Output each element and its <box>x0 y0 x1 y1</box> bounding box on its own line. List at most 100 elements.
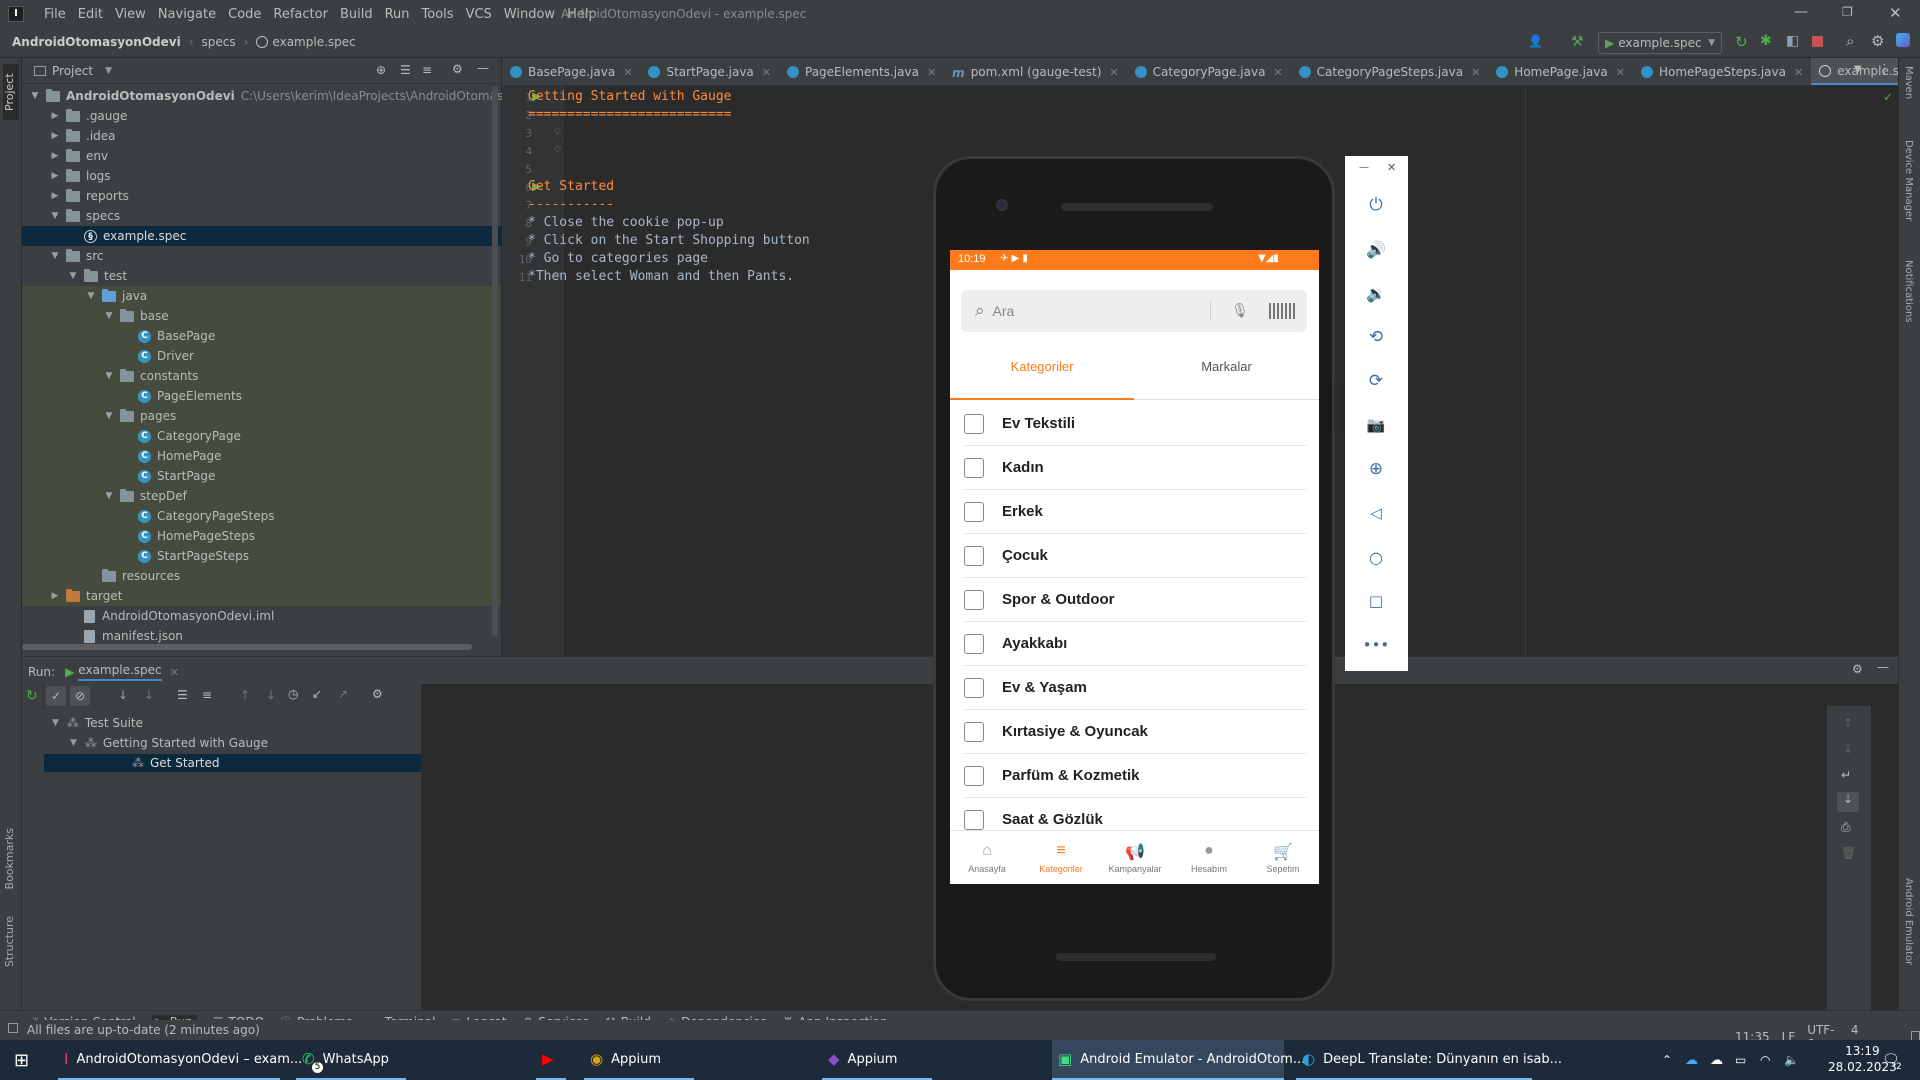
tree-item[interactable]: ▶ env <box>22 146 501 166</box>
bottom-nav-item[interactable]: 📢 Kampanyalar <box>1098 842 1172 874</box>
tree-item[interactable]: C BasePage <box>22 326 501 346</box>
sort-duration-icon[interactable]: ↓ <box>144 688 154 702</box>
category-item[interactable]: Ayakkabı <box>964 622 1306 666</box>
tree-item[interactable]: ▼ base <box>22 306 501 326</box>
more-options-icon[interactable]: ••• <box>1363 634 1390 656</box>
onedrive-icon[interactable]: ☁ <box>1685 1040 1698 1080</box>
menu-item[interactable]: Navigate <box>152 7 222 22</box>
tree-item[interactable]: ▼ stepDef <box>22 486 501 506</box>
options-gear-icon[interactable]: ⚙ <box>452 62 463 76</box>
rerun-icon[interactable]: ↻ <box>26 688 38 704</box>
screenshot-camera-icon[interactable]: 📷 <box>1365 414 1387 436</box>
code-line[interactable]: Getting Started with Gauge <box>528 89 732 104</box>
soft-wrap-icon[interactable]: ↵ <box>1841 768 1851 782</box>
editor-tab[interactable]: StartPage.java ✕ <box>640 58 779 85</box>
restore-icon[interactable]: ❐ <box>1842 5 1853 19</box>
show-ignored-icon[interactable]: ⊘ <box>70 686 90 706</box>
minimize-icon[interactable]: — <box>1794 4 1808 20</box>
close-tab-icon[interactable]: ✕ <box>1794 66 1803 79</box>
tree-item[interactable]: C PageElements <box>22 386 501 406</box>
tabs-overflow-icon[interactable]: ▼ <box>1854 64 1862 75</box>
code-line[interactable]: *Then select Woman and then Pants. <box>528 269 794 284</box>
taskbar-app[interactable]: ▶ <box>536 1040 566 1080</box>
category-item[interactable]: Kırtasiye & Oyuncak <box>964 710 1306 754</box>
tree-item[interactable]: ▼ specs <box>22 206 501 226</box>
close-tab-icon[interactable]: ✕ <box>1471 66 1480 79</box>
locate-icon[interactable]: ⊕ <box>376 63 386 77</box>
settings-gear-icon[interactable]: ⚙ <box>1871 32 1884 50</box>
search-bar[interactable]: ⌕ Ara 🎙 <box>961 290 1307 332</box>
print-icon[interactable]: ⎙ <box>1841 820 1851 835</box>
hide-run-panel-icon[interactable]: — <box>1877 660 1889 674</box>
editor-tab[interactable]: m pom.xml (gauge-test) ✕ <box>944 58 1126 85</box>
tree-item[interactable]: ▶ logs <box>22 166 501 186</box>
fold-marker-icon[interactable]: ◇ <box>554 126 561 136</box>
category-item[interactable]: Kadın <box>964 446 1306 490</box>
volume-button[interactable] <box>1334 380 1338 432</box>
project-panel-title[interactable]: Project <box>52 64 93 78</box>
android-emulator-tool-button[interactable]: Android Emulator <box>1903 878 1914 965</box>
category-item[interactable]: Parfüm & Kozmetik <box>964 754 1306 798</box>
test-suite-node[interactable]: ▼ ⁂ Test Suite <box>52 714 143 732</box>
expand-arrow-icon[interactable]: ▶ <box>50 171 60 181</box>
bottom-nav-item[interactable]: 🛒 Sepetim <box>1246 842 1320 874</box>
tree-item[interactable]: AndroidOtomasyonOdevi.iml <box>22 606 501 626</box>
jetbrains-toolbox-icon[interactable] <box>1896 33 1910 47</box>
rerun-icon[interactable]: ↻ <box>1735 33 1748 51</box>
clear-console-icon[interactable]: 🗑 <box>1841 846 1856 860</box>
code-line[interactable]: * Close the cookie pop-up <box>528 215 724 230</box>
taskbar-app[interactable]: ◉ Appium <box>584 1040 694 1080</box>
taskbar-app[interactable]: I AndroidOtomasyonOdevi – exam... <box>58 1040 302 1080</box>
tab-markalar[interactable]: Markalar <box>1134 346 1319 400</box>
bottom-nav-item[interactable]: ● Hesabım <box>1172 842 1246 874</box>
windows-start-icon[interactable]: ⊞ <box>14 1040 40 1080</box>
volume-up-icon[interactable]: 🔊 <box>1365 238 1387 260</box>
close-tab-icon[interactable]: ✕ <box>762 66 771 79</box>
structure-tool-button[interactable]: Structure <box>3 916 16 967</box>
status-toggle-icon[interactable] <box>8 1023 18 1033</box>
code-line[interactable]: * Go to categories page <box>528 251 708 266</box>
scroll-to-end-icon[interactable]: ⇣ <box>1837 792 1859 812</box>
expand-arrow-icon[interactable]: ▶ <box>50 111 60 121</box>
tree-item[interactable]: ▼ constants <box>22 366 501 386</box>
menu-item[interactable]: File <box>38 7 72 22</box>
import-tests-icon[interactable]: ↙ <box>312 687 322 701</box>
category-item[interactable]: Çocuk <box>964 534 1306 578</box>
bookmarks-tool-button[interactable]: Bookmarks <box>3 828 16 889</box>
menu-item[interactable]: Code <box>222 7 267 22</box>
notifications-tool-button[interactable]: Notifications <box>1903 260 1914 323</box>
tree-item[interactable]: C CategoryPage <box>22 426 501 446</box>
code-line[interactable]: ----------- <box>528 197 614 212</box>
menu-item[interactable]: VCS <box>460 7 498 22</box>
expand-arrow-icon[interactable]: ▼ <box>86 291 96 301</box>
tree-item[interactable]: ▼ src <box>22 246 501 266</box>
expand-all-icon[interactable]: ☰ <box>177 688 188 702</box>
tree-root[interactable]: ▼ AndroidOtomasyonOdevi C:\Users\kerim\Ide… <box>22 86 560 106</box>
taskbar-app[interactable]: ◐ DeepL Translate: Dünyanın en isab... <box>1296 1040 1562 1080</box>
coverage-icon[interactable]: ◧ <box>1786 33 1799 49</box>
menu-item[interactable]: Edit <box>72 7 109 22</box>
previous-test-icon[interactable]: ↑ <box>240 688 250 702</box>
tree-item[interactable]: § example.spec <box>22 226 501 246</box>
run-tab-label[interactable]: example.spec <box>78 663 162 681</box>
close-icon[interactable]: ✕ <box>1889 4 1902 22</box>
history-icon[interactable]: ◷ <box>288 687 298 701</box>
tree-item[interactable]: C HomePageSteps <box>22 526 501 546</box>
collapse-all-icon[interactable]: ≡ <box>422 63 432 77</box>
expand-arrow-icon[interactable]: ▼ <box>104 311 114 321</box>
tree-item[interactable]: manifest.json <box>22 626 501 646</box>
tree-item[interactable]: ▼ test <box>22 266 501 286</box>
expand-arrow-icon[interactable]: ▼ <box>50 211 60 221</box>
tree-item[interactable]: ▶ reports <box>22 186 501 206</box>
inspection-ok-icon[interactable]: ✓ <box>1883 90 1893 104</box>
fold-marker-icon[interactable]: ◇ <box>554 144 561 154</box>
expand-arrow-icon[interactable]: ▶ <box>50 591 60 601</box>
speaker-icon[interactable]: 🔈 <box>1784 1040 1799 1080</box>
stop-icon[interactable] <box>1812 36 1823 47</box>
vertical-scrollbar[interactable] <box>492 86 498 636</box>
microphone-icon[interactable]: 🎙 <box>1231 303 1249 319</box>
power-icon[interactable]: ⏻ <box>1365 194 1387 216</box>
tree-item[interactable]: C CategoryPageSteps <box>22 506 501 526</box>
close-tab-icon[interactable]: ✕ <box>1273 66 1282 79</box>
breadcrumb-project[interactable]: AndroidOtomasyonOdevi <box>12 35 181 49</box>
